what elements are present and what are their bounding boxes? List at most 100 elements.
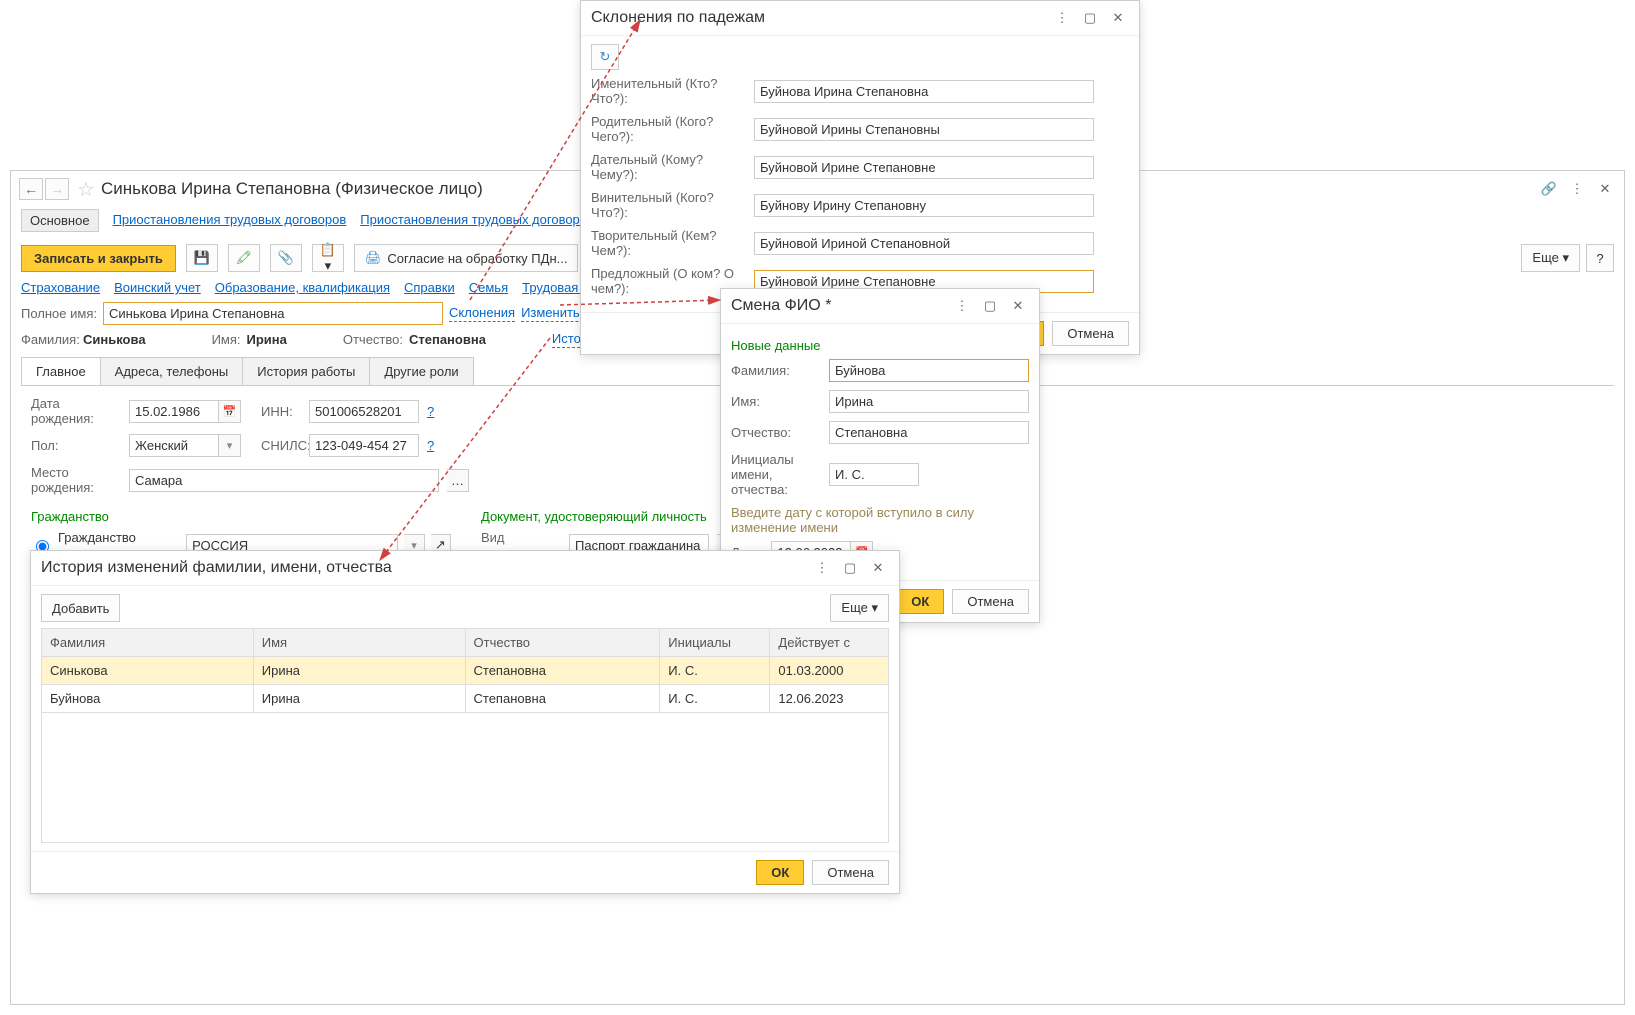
- table-row[interactable]: БуйноваИринаСтепановнаИ. С.12.06.2023: [42, 685, 889, 713]
- nav-main[interactable]: Основное: [21, 209, 99, 232]
- surname-value: Синькова: [83, 332, 146, 347]
- cfio-new-data-label: Новые данные: [731, 338, 1029, 353]
- sublink-insurance[interactable]: Страхование: [21, 280, 100, 295]
- decl-input-3[interactable]: [754, 194, 1094, 217]
- tab-history[interactable]: История работы: [242, 357, 370, 385]
- sublink-family[interactable]: Семья: [469, 280, 508, 295]
- patronym-value: Степановна: [409, 332, 486, 347]
- help-button[interactable]: ?: [1586, 244, 1614, 272]
- calendar-icon[interactable]: 📅: [219, 400, 241, 423]
- birthplace-browse-icon[interactable]: …: [447, 469, 469, 492]
- forward-button[interactable]: →: [45, 178, 69, 200]
- decl-input-0[interactable]: [754, 80, 1094, 103]
- cfio-ok-button[interactable]: ОК: [896, 589, 944, 614]
- declensions-link[interactable]: Склонения: [449, 305, 515, 322]
- decl-label-2: Дательный (Кому? Чему?):: [591, 152, 746, 182]
- tab-main[interactable]: Главное: [21, 357, 101, 385]
- snils-input[interactable]: [309, 434, 419, 457]
- snils-help[interactable]: ?: [427, 438, 434, 453]
- birthplace-label: Место рождения:: [31, 465, 121, 495]
- declensions-title: Склонения по падежам: [591, 9, 765, 27]
- sublink-military[interactable]: Воинский учет: [114, 280, 201, 295]
- cfio-cancel-button[interactable]: Отмена: [952, 589, 1029, 614]
- attach-icon-button[interactable]: 📎: [270, 244, 302, 272]
- save-icon-button[interactable]: 💾: [186, 244, 218, 272]
- cfio-patronym-input[interactable]: [829, 421, 1029, 444]
- print-icon: 🖨: [365, 250, 382, 266]
- hist-max-icon[interactable]: ▢: [839, 557, 861, 579]
- gender-label: Пол:: [31, 438, 121, 453]
- inn-label: ИНН:: [261, 404, 301, 419]
- hist-th-date[interactable]: Действует с: [770, 629, 889, 657]
- marker-icon-button[interactable]: 🖍: [228, 244, 260, 272]
- gender-input[interactable]: [129, 434, 219, 457]
- full-name-input[interactable]: [103, 302, 443, 325]
- cfio-max-icon[interactable]: ▢: [979, 295, 1001, 317]
- inn-help[interactable]: ?: [427, 404, 434, 419]
- table-row[interactable]: СиньковаИринаСтепановнаИ. С.01.03.2000: [42, 657, 889, 685]
- birthplace-input[interactable]: [129, 469, 439, 492]
- surname-label: Фамилия:: [21, 332, 77, 347]
- sublink-education[interactable]: Образование, квалификация: [215, 280, 390, 295]
- hist-th-patronym[interactable]: Отчество: [465, 629, 660, 657]
- page-title: Синькова Ирина Степановна (Физическое ли…: [101, 179, 483, 199]
- cfio-name-label: Имя:: [731, 394, 821, 409]
- name-value: Ирина: [247, 332, 287, 347]
- history-add-button[interactable]: Добавить: [41, 594, 120, 622]
- kebab-icon[interactable]: ⋮: [1566, 178, 1588, 200]
- decl-max-icon[interactable]: ▢: [1079, 7, 1101, 29]
- decl-input-2[interactable]: [754, 156, 1094, 179]
- sublink-refs[interactable]: Справки: [404, 280, 455, 295]
- cfio-patronym-label: Отчество:: [731, 425, 821, 440]
- favorite-icon[interactable]: ☆: [77, 177, 95, 202]
- back-button[interactable]: ←: [19, 178, 43, 200]
- cfio-surname-input[interactable]: [829, 359, 1029, 382]
- decl-input-4[interactable]: [754, 232, 1094, 255]
- decl-close-icon[interactable]: ✕: [1107, 7, 1129, 29]
- history-title: История изменений фамилии, имени, отчест…: [41, 559, 392, 577]
- patronym-label: Отчество:: [343, 332, 403, 347]
- decl-input-1[interactable]: [754, 118, 1094, 141]
- history-ok-button[interactable]: ОК: [756, 860, 804, 885]
- name-label: Имя:: [212, 332, 241, 347]
- inn-input[interactable]: [309, 400, 419, 423]
- full-name-label: Полное имя:: [21, 306, 97, 321]
- more-button[interactable]: Еще ▾: [1521, 244, 1580, 272]
- cfio-close-icon[interactable]: ✕: [1007, 295, 1029, 317]
- cfio-initials-input[interactable]: [829, 463, 919, 486]
- decl-cancel-button[interactable]: Отмена: [1052, 321, 1129, 346]
- decl-label-4: Творительный (Кем? Чем?):: [591, 228, 746, 258]
- consent-button[interactable]: 🖨 Согласие на обработку ПДн...: [354, 244, 579, 272]
- hist-kebab-icon[interactable]: ⋮: [811, 557, 833, 579]
- save-close-button[interactable]: Записать и закрыть: [21, 245, 176, 272]
- dob-label: Дата рождения:: [31, 396, 121, 426]
- decl-label-3: Винительный (Кого? Что?):: [591, 190, 746, 220]
- tab-roles[interactable]: Другие роли: [369, 357, 473, 385]
- tab-addresses[interactable]: Адреса, телефоны: [100, 357, 244, 385]
- cfio-initials-label: Инициалы имени, отчества:: [731, 452, 821, 497]
- cfio-surname-label: Фамилия:: [731, 363, 821, 378]
- hist-th-surname[interactable]: Фамилия: [42, 629, 254, 657]
- cfio-name-input[interactable]: [829, 390, 1029, 413]
- paste-icon-button[interactable]: 📋▾: [312, 244, 344, 272]
- history-cancel-button[interactable]: Отмена: [812, 860, 889, 885]
- hist-th-name[interactable]: Имя: [253, 629, 465, 657]
- snils-label: СНИЛС:: [261, 438, 301, 453]
- change-fio-title: Смена ФИО *: [731, 297, 831, 315]
- close-main-icon[interactable]: ✕: [1594, 178, 1616, 200]
- document-section: Документ, удостоверяющий личность: [481, 509, 746, 524]
- cfio-kebab-icon[interactable]: ⋮: [951, 295, 973, 317]
- decl-refresh-button[interactable]: ↻: [591, 44, 619, 70]
- decl-kebab-icon[interactable]: ⋮: [1051, 7, 1073, 29]
- gender-dd-icon[interactable]: ▾: [219, 434, 241, 457]
- hist-th-initials[interactable]: Инициалы: [660, 629, 770, 657]
- history-table: Фамилия Имя Отчество Инициалы Действует …: [41, 628, 889, 713]
- link-icon[interactable]: 🔗: [1538, 178, 1560, 200]
- dob-input[interactable]: [129, 400, 219, 423]
- hist-close-icon[interactable]: ✕: [867, 557, 889, 579]
- nav-suspend-1[interactable]: Приостановления трудовых договоров: [113, 209, 347, 232]
- citizenship-section: Гражданство: [31, 509, 451, 524]
- decl-label-1: Родительный (Кого? Чего?):: [591, 114, 746, 144]
- decl-label-0: Именительный (Кто? Что?):: [591, 76, 746, 106]
- history-more-button[interactable]: Еще ▾: [830, 594, 889, 622]
